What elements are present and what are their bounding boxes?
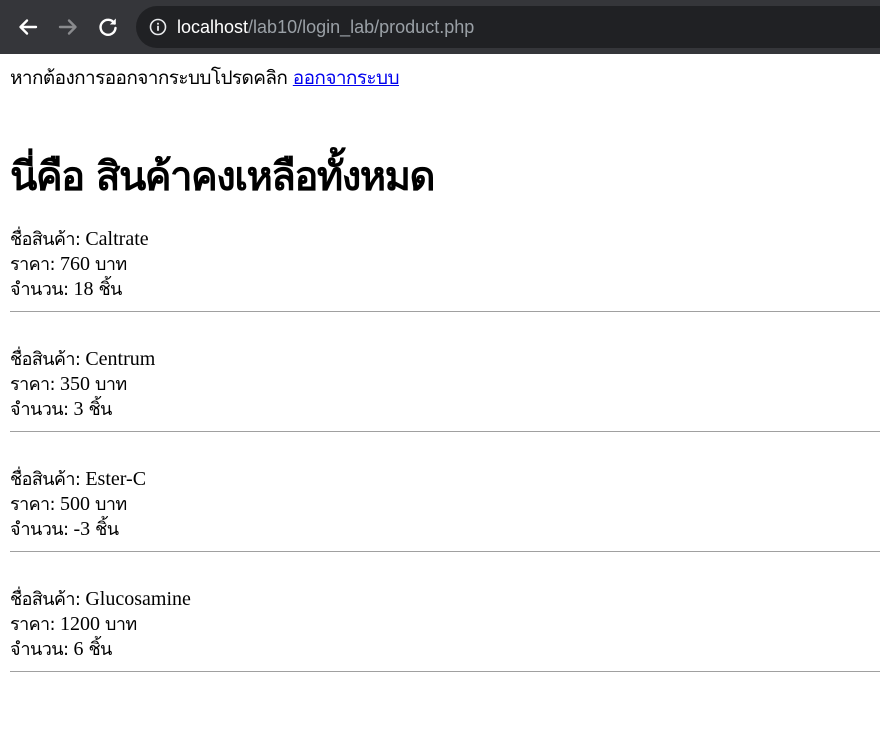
back-button[interactable]	[8, 7, 48, 47]
url-path: /lab10/login_lab/product.php	[248, 16, 475, 37]
name-label: ชื่อสินค้า:	[10, 469, 81, 490]
unit-label: ชิ้น	[88, 639, 112, 660]
product-item: ชื่อสินค้า: Caltrate ราคา: 760 บาท จำนวน…	[10, 227, 880, 312]
product-item: ชื่อสินค้า: Centrum ราคา: 350 บาท จำนวน:…	[10, 347, 880, 432]
unit-label: ชิ้น	[98, 279, 122, 300]
product-name: Caltrate	[85, 228, 149, 250]
page-content: หากต้องการออกจากระบบโปรดคลิก ออกจากระบบ …	[0, 66, 880, 672]
page-title: นี่คือ สินค้าคงเหลือทั้งหมด	[10, 154, 436, 200]
url-host: localhost	[177, 16, 249, 37]
product-quantity-row: จำนวน: 3 ชิ้น	[10, 397, 880, 422]
product-quantity-row: จำนวน: 6 ชิ้น	[10, 637, 880, 662]
product-name: Ester-C	[85, 468, 147, 490]
price-label: ราคา:	[10, 374, 56, 395]
quantity-label: จำนวน:	[10, 399, 69, 420]
quantity-label: จำนวน:	[10, 279, 69, 300]
arrow-left-icon	[19, 19, 38, 35]
product-quantity: 3	[73, 398, 84, 420]
product-name: Glucosamine	[85, 588, 191, 610]
product-item: ชื่อสินค้า: Ester-C ราคา: 500 บาท จำนวน:…	[10, 467, 880, 552]
product-quantity-row: จำนวน: -3 ชิ้น	[10, 517, 880, 542]
product-name-row: ชื่อสินค้า: Ester-C	[10, 467, 880, 492]
reload-button[interactable]	[88, 7, 128, 47]
currency-label: บาท	[105, 614, 137, 635]
product-name-row: ชื่อสินค้า: Glucosamine	[10, 587, 880, 612]
browser-toolbar: localhost/lab10/login_lab/product.php	[0, 0, 880, 54]
address-bar[interactable]: localhost/lab10/login_lab/product.php	[136, 6, 880, 48]
product-name-row: ชื่อสินค้า: Caltrate	[10, 227, 880, 252]
product-item: ชื่อสินค้า: Glucosamine ราคา: 1200 บาท จ…	[10, 587, 880, 672]
product-name-row: ชื่อสินค้า: Centrum	[10, 347, 880, 372]
name-label: ชื่อสินค้า:	[10, 349, 81, 370]
divider	[10, 311, 880, 312]
unit-label: ชิ้น	[88, 399, 112, 420]
logout-link[interactable]: ออกจากระบบ	[293, 67, 400, 89]
currency-label: บาท	[95, 254, 127, 275]
divider	[10, 671, 880, 672]
price-label: ราคา:	[10, 614, 56, 635]
currency-label: บาท	[95, 494, 127, 515]
price-label: ราคา:	[10, 254, 56, 275]
arrow-right-icon	[58, 19, 77, 35]
name-label: ชื่อสินค้า:	[10, 589, 81, 610]
product-quantity: 6	[73, 638, 84, 660]
product-quantity: 18	[73, 278, 94, 300]
divider	[10, 431, 880, 432]
product-price-row: ราคา: 760 บาท	[10, 252, 880, 277]
unit-label: ชิ้น	[95, 519, 119, 540]
price-label: ราคา:	[10, 494, 56, 515]
product-quantity: -3	[73, 518, 91, 540]
quantity-label: จำนวน:	[10, 519, 69, 540]
currency-label: บาท	[95, 374, 127, 395]
name-label: ชื่อสินค้า:	[10, 229, 81, 250]
info-icon[interactable]	[149, 18, 167, 36]
product-price: 350	[60, 373, 90, 395]
logout-prompt-line: หากต้องการออกจากระบบโปรดคลิก ออกจากระบบ	[10, 66, 880, 90]
product-price-row: ราคา: 500 บาท	[10, 492, 880, 517]
logout-prompt: หากต้องการออกจากระบบโปรดคลิก	[10, 67, 288, 89]
product-price: 500	[60, 493, 90, 515]
forward-button[interactable]	[48, 7, 88, 47]
product-price: 1200	[60, 613, 100, 635]
quantity-label: จำนวน:	[10, 639, 69, 660]
product-list: ชื่อสินค้า: Caltrate ราคา: 760 บาท จำนวน…	[10, 227, 880, 672]
product-quantity-row: จำนวน: 18 ชิ้น	[10, 277, 880, 302]
product-price-row: ราคา: 1200 บาท	[10, 612, 880, 637]
divider	[10, 551, 880, 552]
reload-icon	[99, 18, 117, 36]
product-name: Centrum	[85, 348, 156, 370]
product-price-row: ราคา: 350 บาท	[10, 372, 880, 397]
product-price: 760	[60, 253, 90, 275]
